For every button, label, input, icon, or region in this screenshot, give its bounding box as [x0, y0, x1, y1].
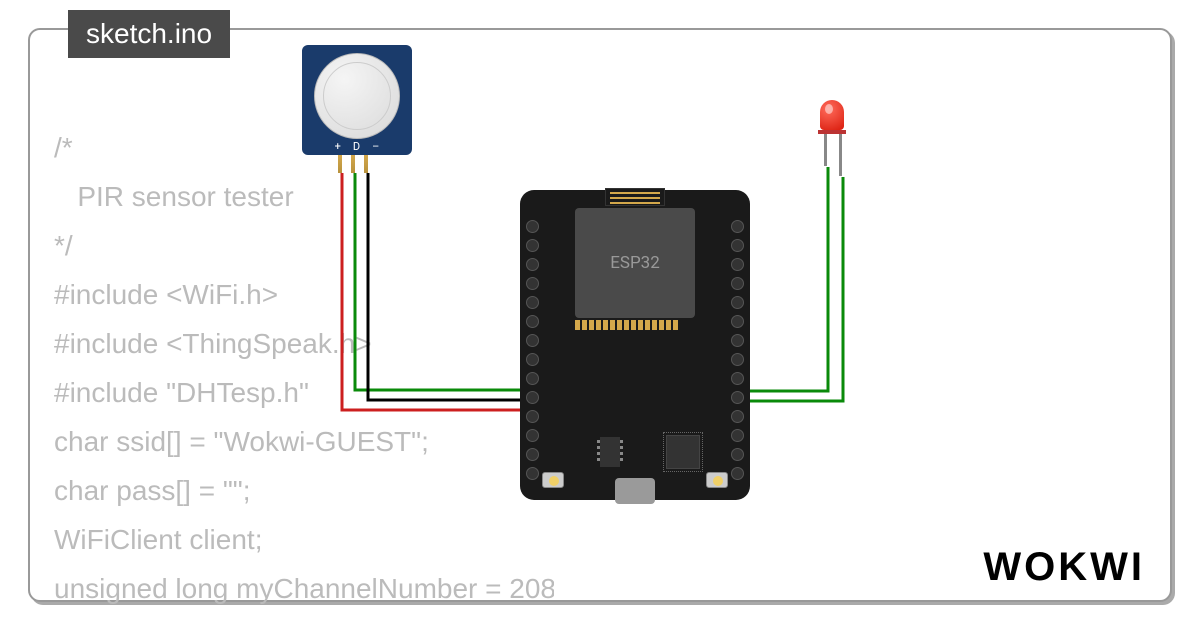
pir-pin-data: D — [353, 140, 360, 153]
code-line: */ — [54, 230, 73, 261]
code-line: char pass[] = ""; — [54, 475, 251, 506]
led-red[interactable] — [820, 100, 846, 176]
code-line: PIR sensor tester — [54, 181, 294, 212]
esp32-reset-button[interactable] — [706, 472, 728, 488]
led-cathode — [824, 134, 827, 166]
esp32-usb-chip-icon — [666, 435, 700, 469]
led-bulb-icon — [820, 100, 844, 130]
esp32-shield: ESP32 — [575, 208, 695, 318]
esp32-board[interactable]: ESP32 — [520, 190, 750, 500]
logo-text: WOKWI — [983, 545, 1145, 589]
filename-tab: sketch.ino — [68, 10, 230, 58]
code-line: WiFiClient client; — [54, 524, 262, 555]
pir-pin-plus: + — [335, 140, 341, 153]
code-line: unsigned long myChannelNumber = 2080313; — [54, 573, 554, 604]
code-line: #include "DHTesp.h" — [54, 377, 309, 408]
pir-pins — [338, 155, 368, 173]
code-line: #include <WiFi.h> — [54, 279, 278, 310]
esp32-antenna-icon — [605, 188, 665, 206]
esp32-module-pads — [575, 320, 678, 330]
wokwi-logo: WOKWI — [983, 545, 1145, 590]
filename-label: sketch.ino — [86, 18, 212, 49]
circuit-canvas: + D – ESP32 — [300, 45, 1000, 525]
esp32-pins-right — [731, 220, 744, 480]
esp32-chip-label: ESP32 — [610, 253, 660, 273]
code-line: /* — [54, 132, 73, 163]
esp32-boot-button[interactable] — [542, 472, 564, 488]
esp32-usb-port-icon — [615, 478, 655, 504]
esp32-regulator-icon — [600, 437, 620, 467]
led-anode — [839, 134, 842, 176]
pir-pin-minus: – — [372, 140, 379, 153]
pir-sensor[interactable]: + D – — [302, 45, 412, 155]
pir-pin-labels: + D – — [302, 140, 412, 153]
pir-dome-icon — [314, 53, 400, 139]
esp32-pins-left — [526, 220, 539, 480]
